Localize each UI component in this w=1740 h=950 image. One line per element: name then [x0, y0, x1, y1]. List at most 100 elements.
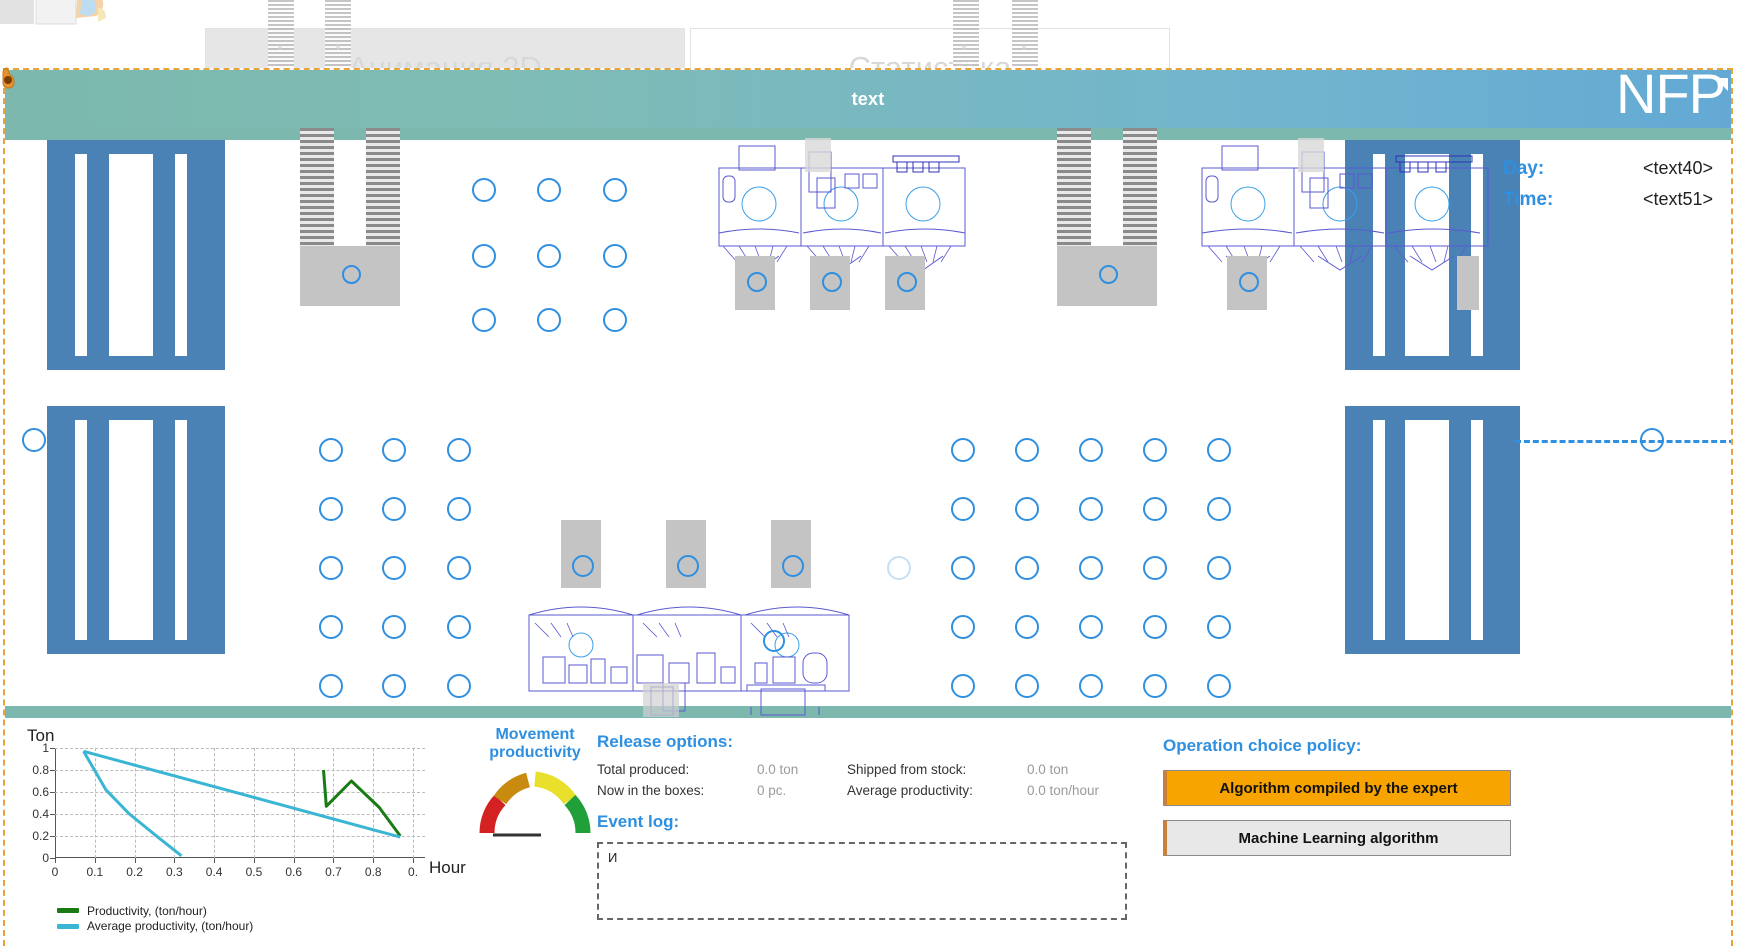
event-log-box[interactable]: И: [597, 842, 1127, 920]
logo-tick-icon: [1715, 78, 1728, 91]
chart-xtick-mark: [333, 858, 335, 863]
chart-xtick-mark: [373, 858, 375, 863]
total-produced-label: Total produced:: [597, 762, 690, 777]
buffer-slot: [382, 497, 406, 521]
buffer-slot: [472, 244, 496, 268]
buffer-slot: [1079, 674, 1103, 698]
machine-diagram-upper-right: [1200, 138, 1490, 273]
chart-ylabel: Ton: [27, 726, 55, 745]
buffer-slot: [1207, 615, 1231, 639]
chart-legend-swatch: [57, 908, 79, 913]
buffer-slot: [1015, 556, 1039, 580]
release-options-grid: Total produced: 0.0 ton Shipped from sto…: [597, 762, 1137, 798]
buffer-slot: [382, 556, 406, 580]
simulation-clock-panel: Day: <text40> Time: <text51>: [1503, 158, 1713, 220]
canvas-bottom-band: [5, 706, 1731, 718]
buffer-slot: [447, 674, 471, 698]
buffer-slot: [1079, 497, 1103, 521]
chart-plot-area: 0 0.2 0.4 0.6 0.8 1 0 0.1 0.2 0.3 0.4 0.5 0.6 0.7 0.8 0…: [32, 741, 425, 879]
machine-learning-algorithm-button[interactable]: Machine Learning algorithm: [1163, 820, 1511, 856]
chart-xtick-mark: [293, 858, 295, 863]
chart-xtick-label: 0: [51, 865, 59, 879]
now-in-boxes-value: 0 pc.: [757, 783, 787, 798]
buffer-slot: [382, 615, 406, 639]
load-indicator-right: [1099, 265, 1118, 284]
gauge-title-line2: productivity: [489, 743, 581, 761]
buffer-slot: [1143, 497, 1167, 521]
load-indicator-left: [342, 265, 361, 284]
buffer-slot: [951, 497, 975, 521]
chart-legend-swatch: [57, 923, 79, 929]
chart-xtick-label: 0.5: [245, 865, 263, 879]
chart-legend: Productivity, (ton/hour) Average producti…: [57, 902, 477, 933]
machine-diagram-upper: [717, 138, 967, 273]
buffer-slot: [319, 674, 343, 698]
crane-right[interactable]: [1057, 128, 1157, 246]
chart-ytick-label: 0.2: [32, 829, 49, 843]
chart-xtick-label: 0.4: [205, 865, 223, 879]
storage-rack-left-upper[interactable]: [47, 140, 225, 370]
buffer-slot: [603, 178, 627, 202]
buffer-slot: [603, 308, 627, 332]
buffer-slot: [472, 308, 496, 332]
chart-xtick-label: 0.6: [285, 865, 303, 879]
buffer-slot: [447, 556, 471, 580]
buffer-slot: [1079, 615, 1103, 639]
crane-left[interactable]: [300, 128, 400, 246]
chart-xtick-label: 0.8: [364, 865, 382, 879]
chart-xtick-label: 0.2: [126, 865, 143, 879]
chart-xtick-label: 0.: [408, 865, 419, 879]
policy-heading: Operation choice policy:: [1163, 736, 1362, 755]
clock-day-row: Day: <text40>: [1503, 158, 1713, 180]
buffer-slot: [447, 497, 471, 521]
lower-pallet-2[interactable]: [666, 520, 706, 588]
chart-xtick-mark: [214, 858, 216, 863]
release-options-panel: Release options: Total produced: 0.0 ton…: [597, 732, 1137, 920]
event-log-heading: Event log:: [597, 812, 680, 831]
storage-rack-left-lower[interactable]: [47, 406, 225, 654]
buffer-slot: [951, 674, 975, 698]
buffer-slot: [382, 674, 406, 698]
buffer-slot: [319, 615, 343, 639]
productivity-chart[interactable]: Ton Hour 0 0.2 0.4 0.6 0.8 1 0 0.1 0.2 0.3 0.4 0.5 0…: [17, 726, 477, 936]
storage-rack-right-lower[interactable]: [1345, 406, 1520, 654]
buffer-slot: [382, 438, 406, 462]
day-label: Day:: [1503, 158, 1545, 179]
buffer-slot: [1015, 438, 1039, 462]
buffer-slot: [319, 497, 343, 521]
out-pallet-circle: [1239, 272, 1259, 292]
buffer-slot: [1143, 556, 1167, 580]
release-options-heading: Release options:: [597, 732, 734, 751]
conveyor-item-left: [22, 428, 46, 452]
shipped-from-stock-label: Shipped from stock:: [847, 762, 967, 777]
lower-pallet-1[interactable]: [561, 520, 601, 588]
conveyor-line-right: [1515, 440, 1731, 443]
buffer-slot-empty: [887, 556, 911, 580]
lower-pallet-3[interactable]: [771, 520, 811, 588]
buffer-slot: [537, 244, 561, 268]
buffer-slot: [1207, 438, 1231, 462]
chart-xtick-mark: [134, 858, 136, 863]
conveyor-item-right: [1640, 428, 1664, 452]
operation-choice-policy-panel: Operation choice policy: Algorithm compi…: [1163, 736, 1523, 856]
buffer-slot: [1143, 615, 1167, 639]
machine-diagram-lower: [525, 583, 855, 718]
buffer-slot: [537, 308, 561, 332]
chart-ytick-label: 0.4: [32, 807, 49, 821]
buffer-slot: [1207, 497, 1231, 521]
dashboard: Ton Hour 0 0.2 0.4 0.6 0.8 1 0 0.1 0.2 0.3 0.4 0.5 0…: [5, 718, 1731, 946]
chart-ytick-label: 1: [42, 741, 49, 755]
out-pallet-5[interactable]: [1457, 256, 1479, 310]
expert-algorithm-button[interactable]: Algorithm compiled by the expert: [1163, 770, 1511, 806]
chart-series-layer: [82, 749, 402, 857]
chart-series-line: [82, 750, 183, 857]
animation-canvas[interactable]: [5, 128, 1731, 718]
buffer-slot: [603, 244, 627, 268]
chart-legend-label: Average productivity, (ton/hour): [87, 919, 254, 933]
resize-handle[interactable]: [1, 66, 21, 90]
buffer-slot: [1015, 497, 1039, 521]
day-value: <text40>: [1642, 158, 1713, 178]
average-productivity-value: 0.0 ton/hour: [1027, 783, 1100, 798]
chart-xtick-mark: [55, 858, 56, 863]
movement-productivity-gauge: Movement productivity: [475, 726, 595, 844]
